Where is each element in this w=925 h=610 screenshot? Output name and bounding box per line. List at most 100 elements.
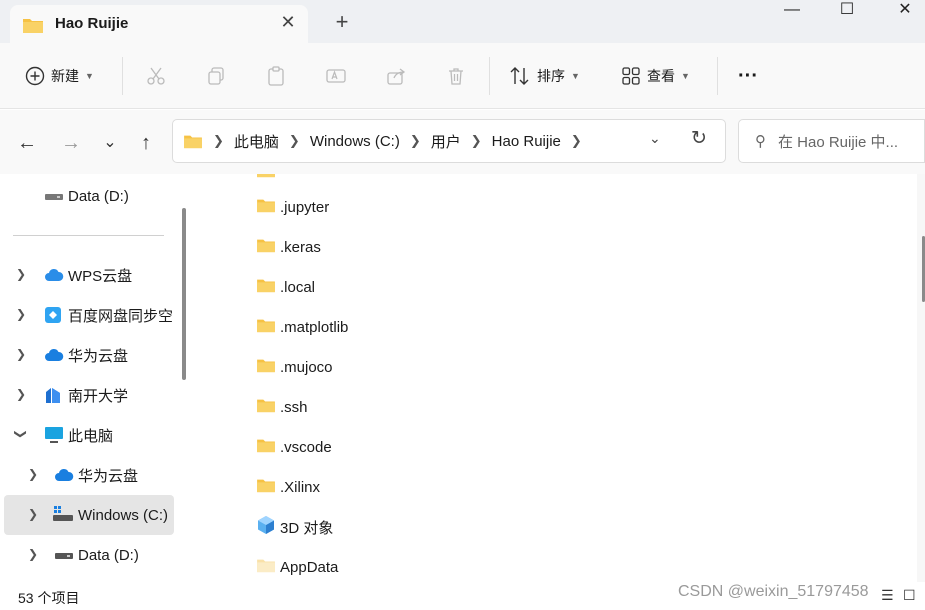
chevron-down-icon[interactable]: ❯ [14,429,28,439]
view-grid-icon [622,67,640,85]
list-item[interactable]: .Xilinx [256,467,320,507]
trash-icon [449,68,463,85]
sidebar-scrollbar[interactable] [182,208,186,380]
view-button-label: 查看 [647,68,675,84]
recent-locations-button[interactable]: ⌄ [97,130,123,156]
sidebar-item-label: 华为云盘 [68,347,129,365]
list-item[interactable]: 3D 对象 [256,507,333,547]
command-bar: 新建 ▼ 排序 ▼ 查看 ▼ ··· [0,43,925,109]
plus-circle-icon [25,66,45,86]
search-placeholder: 在 Hao Ruijie 中... [778,133,899,151]
folder-icon [256,357,276,377]
file-name: .Xilinx [280,478,321,496]
chevron-right-icon[interactable]: ❯ [28,467,38,481]
divider [122,57,123,95]
sidebar-item-wps-cloud[interactable]: ❯ WPS云盘 [4,255,174,295]
divider [489,57,490,95]
refresh-icon[interactable]: ↻ [691,127,707,150]
new-button[interactable]: 新建 ▼ [25,43,94,109]
cut-button[interactable] [146,43,166,109]
new-button-label: 新建 [51,68,79,84]
file-list: .jupyter .keras .local .matplotlib .mujoco .s… [196,174,925,582]
folder-hidden-icon [256,557,276,577]
sidebar-item-label: 此电脑 [68,427,114,445]
breadcrumb-this-pc[interactable]: 此电脑 [234,131,279,152]
sidebar-item-data-d-pc[interactable]: ❯ Data (D:) [4,535,174,575]
copy-button[interactable] [206,43,226,109]
chevron-right-icon[interactable]: ❯ [28,507,38,521]
chevron-right-icon[interactable]: ❯ [16,307,26,321]
view-button[interactable]: 查看 ▼ [621,43,690,109]
search-input[interactable]: ⚲ 在 Hao Ruijie 中... [738,119,925,163]
tiles-view-icon[interactable]: ☐ [903,587,916,604]
folder-icon [256,397,276,417]
rename-button[interactable] [326,43,346,109]
address-dropdown-icon[interactable]: ⌄ [649,130,661,147]
more-options-button[interactable]: ··· [738,43,758,109]
chevron-right-icon[interactable]: ❯ [28,547,38,561]
list-item[interactable]: .jupyter [256,187,329,227]
folder-icon [256,197,276,217]
maximize-button[interactable]: ☐ [822,0,872,22]
list-item[interactable]: .keras [256,227,321,267]
details-view-icon[interactable]: ☰ [881,587,894,604]
breadcrumb-hao-ruijie[interactable]: Hao Ruijie [492,133,561,150]
sidebar-item-label: Data (D:) [68,187,129,205]
forward-button[interactable]: → [58,130,84,156]
list-item[interactable]: .local [256,267,315,307]
sidebar-item-nankai[interactable]: ❯ 南开大学 [4,375,174,415]
share-button[interactable] [386,43,406,109]
share-icon [387,68,406,85]
chevron-right-icon[interactable]: ❯ [213,133,224,149]
paste-button[interactable] [266,43,286,109]
sidebar-item-huawei-cloud-pc[interactable]: ❯ 华为云盘 [4,455,174,495]
list-item[interactable]: .vscode [256,427,332,467]
tab-hao-ruijie[interactable]: Hao Ruijie ✕ [10,5,308,43]
list-item[interactable]: .ssh [256,387,308,427]
status-bar: 53 个项目 CSDN @weixin_51797458 ☰ ☐ [0,582,925,610]
drive-icon [44,189,64,205]
breadcrumb-windows-c[interactable]: Windows (C:) [310,133,400,150]
folder-icon [256,317,276,337]
address-bar[interactable]: ❯ 此电脑 ❯ Windows (C:) ❯ 用户 ❯ Hao Ruijie ❯… [172,119,726,163]
chevron-down-icon: ▼ [681,71,690,81]
up-button[interactable]: ↑ [133,130,159,156]
list-item[interactable]: .mujoco [256,347,333,387]
sort-icon [510,67,529,85]
delete-button[interactable] [446,43,466,109]
sidebar-item-baidu-sync[interactable]: ❯ 百度网盘同步空 [4,295,174,335]
chevron-right-icon[interactable]: ❯ [289,133,300,149]
chevron-right-icon[interactable]: ❯ [16,387,26,401]
close-window-button[interactable]: ✕ [880,0,925,22]
file-name: .local [280,278,316,296]
new-tab-button[interactable]: + [330,10,354,34]
breadcrumb-users[interactable]: 用户 [431,131,461,152]
chevron-right-icon[interactable]: ❯ [410,133,421,149]
minimize-button[interactable]: — [767,0,817,22]
rename-icon [326,69,346,83]
chevron-down-icon: ▼ [571,71,580,81]
list-item[interactable]: .matplotlib [256,307,348,347]
list-item[interactable]: AppData [256,547,338,582]
sidebar-item-this-pc[interactable]: ❯ 此电脑 [4,415,174,455]
chevron-right-icon[interactable]: ❯ [16,267,26,281]
chevron-right-icon[interactable]: ❯ [16,347,26,361]
sort-button[interactable]: 排序 ▼ [509,43,580,109]
folder-icon [256,277,276,297]
back-button[interactable]: ← [14,130,40,156]
folder-icon [183,133,203,149]
file-name: .keras [280,238,321,256]
sidebar-item-windows-c[interactable]: ❯ Windows (C:) [4,495,174,535]
copy-icon [208,67,224,85]
divider [717,57,718,95]
chevron-right-icon[interactable]: ❯ [471,133,482,149]
chevron-right-icon[interactable]: ❯ [571,133,582,149]
folder-icon [256,174,276,182]
watermark: CSDN @weixin_51797458 [678,583,869,600]
sidebar-item-data-d[interactable]: Data (D:) [4,176,174,216]
sidebar-item-huawei-cloud[interactable]: ❯ 华为云盘 [4,335,174,375]
scissors-icon [147,67,165,85]
file-name: 3D 对象 [280,519,334,537]
onedrive-org-icon [44,386,64,403]
close-tab-icon[interactable]: ✕ [278,12,298,32]
